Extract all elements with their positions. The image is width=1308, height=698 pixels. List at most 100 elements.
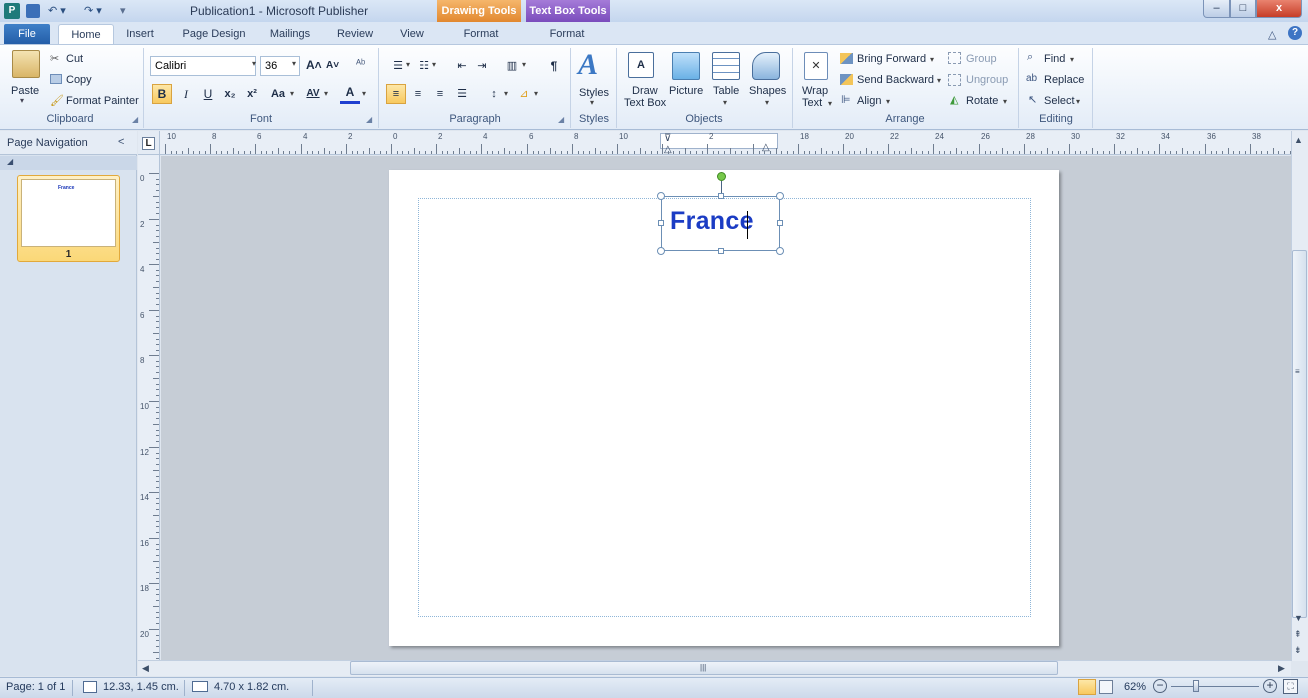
zoom-slider-thumb[interactable] [1193,680,1199,692]
tab-review[interactable]: Review [330,24,380,44]
font-launcher-icon[interactable]: ◢ [366,115,372,124]
resize-handle-top-left[interactable] [657,192,665,200]
close-button[interactable]: x [1256,0,1302,18]
table-icon[interactable] [712,52,740,80]
send-backward-button[interactable]: Send Backward [857,73,934,87]
send-backward-icon[interactable] [840,74,853,85]
tab-page-design[interactable]: Page Design [176,24,252,44]
ungroup-icon[interactable] [948,74,961,86]
align-center-icon[interactable]: ≡ [408,84,428,104]
tab-view[interactable]: View [390,24,434,44]
wrap-text-label-2[interactable]: Text [802,96,822,110]
styles-icon[interactable]: A [578,48,598,82]
columns-dropdown-icon[interactable]: ▾ [522,60,526,69]
scroll-up-arrow-icon[interactable]: ▲ [1294,135,1303,145]
minimize-ribbon-icon[interactable]: △ [1268,28,1276,41]
group-button[interactable]: Group [966,52,997,66]
zoom-level[interactable]: 62% [1124,681,1146,693]
resize-handle-bottom-left[interactable] [657,247,665,255]
rotation-handle[interactable] [717,172,726,181]
copy-button[interactable]: Copy [66,73,92,87]
shading-icon[interactable]: ⊿ [514,84,534,104]
align-left-icon[interactable]: ≡ [386,84,406,104]
vertical-scroll-thumb[interactable] [1292,250,1307,618]
paste-icon[interactable] [12,50,40,78]
maximize-button[interactable]: □ [1230,0,1256,18]
resize-handle-left[interactable] [658,220,664,226]
grow-font-icon[interactable]: A˄ [306,58,322,72]
line-spacing-icon[interactable]: ↕ [484,84,504,104]
replace-button[interactable]: Replace [1044,73,1084,87]
columns-icon[interactable]: ▥ [502,56,522,76]
bullets-dropdown-icon[interactable]: ▾ [406,60,410,69]
character-spacing-dropdown-icon[interactable]: ▾ [324,89,328,98]
tab-insert[interactable]: Insert [120,24,160,44]
send-backward-dropdown-icon[interactable]: ▾ [937,76,941,85]
tab-stop-selector[interactable]: L [142,137,155,150]
select-icon[interactable]: ↖ [1028,93,1037,106]
picture-button[interactable]: Picture [669,84,703,98]
shrink-font-icon[interactable]: A˅ [326,60,339,71]
paste-dropdown-icon[interactable]: ▾ [20,96,24,105]
find-dropdown-icon[interactable]: ▾ [1070,55,1074,64]
bullets-icon[interactable]: ☰ [388,56,408,76]
rotate-dropdown-icon[interactable]: ▾ [1003,97,1007,106]
tab-textbox-format[interactable]: Format [532,24,602,44]
shapes-button[interactable]: Shapes [749,84,786,98]
shading-dropdown-icon[interactable]: ▾ [534,89,538,98]
resize-handle-right[interactable] [777,220,783,226]
zoom-in-button[interactable]: + [1263,679,1277,693]
align-objects-dropdown-icon[interactable]: ▾ [886,97,890,106]
object-position[interactable]: 12.33, 1.45 cm. [103,681,179,693]
fit-page-icon[interactable]: ⛶ [1283,679,1298,694]
superscript-button[interactable]: x² [242,84,262,104]
shapes-dropdown-icon[interactable]: ▾ [765,98,769,107]
paragraph-launcher-icon[interactable]: ◢ [558,115,564,124]
navigation-section-bar[interactable] [0,156,137,170]
resize-handle-top[interactable] [718,193,724,199]
bring-forward-button[interactable]: Bring Forward [857,52,926,66]
table-button[interactable]: Table [713,84,739,98]
first-line-indent-marker[interactable]: ⊽ [664,133,671,144]
font-color-dropdown-icon[interactable]: ▾ [362,89,366,98]
redo-button[interactable]: ↷ ▾ [84,3,102,19]
find-icon[interactable]: ⌕ [1027,51,1033,64]
find-button[interactable]: Find [1044,52,1065,66]
show-formatting-button[interactable]: ¶ [544,56,564,76]
copy-icon[interactable] [50,74,62,84]
font-color-button[interactable]: A [340,84,360,104]
paste-button-label[interactable]: Paste [11,84,39,98]
page-indicator[interactable]: Page: 1 of 1 [6,681,65,693]
font-name-box[interactable]: Calibri [150,56,256,76]
resize-handle-bottom[interactable] [718,248,724,254]
draw-text-box-label-2[interactable]: Text Box [624,96,666,110]
font-size-dropdown-icon[interactable]: ▾ [292,59,296,68]
format-painter-icon[interactable]: 🖌 [50,94,64,107]
wrap-text-icon[interactable]: ✕ [804,52,828,80]
zoom-out-button[interactable]: − [1153,679,1167,693]
cut-icon[interactable]: ✂ [50,52,59,65]
align-objects-icon[interactable]: ⊫ [841,93,851,106]
customize-qat-button[interactable]: ▾ [120,3,126,19]
draw-text-box-icon[interactable]: A [628,52,654,78]
expand-arrow-icon[interactable]: ◢ [7,157,13,166]
ungroup-button[interactable]: Ungroup [966,73,1008,87]
bring-forward-icon[interactable] [840,53,853,64]
bold-button[interactable]: B [152,84,172,104]
cut-button[interactable]: Cut [66,52,83,66]
bring-forward-dropdown-icon[interactable]: ▾ [930,55,934,64]
object-size[interactable]: 4.70 x 1.82 cm. [214,681,289,693]
select-button[interactable]: Select [1044,94,1075,108]
styles-dropdown-icon[interactable]: ▾ [590,98,594,107]
numbering-icon[interactable]: ☷ [414,56,434,76]
two-page-view-icon[interactable] [1099,680,1113,694]
resize-handle-bottom-right[interactable] [776,247,784,255]
shapes-icon[interactable] [752,52,780,80]
picture-icon[interactable] [672,52,700,80]
decrease-indent-icon[interactable]: ⇤ [452,56,472,76]
change-case-dropdown-icon[interactable]: ▾ [290,89,294,98]
numbering-dropdown-icon[interactable]: ▾ [432,60,436,69]
minimize-button[interactable]: – [1203,0,1230,18]
save-icon[interactable] [26,4,40,18]
zoom-slider-track[interactable] [1171,686,1259,687]
